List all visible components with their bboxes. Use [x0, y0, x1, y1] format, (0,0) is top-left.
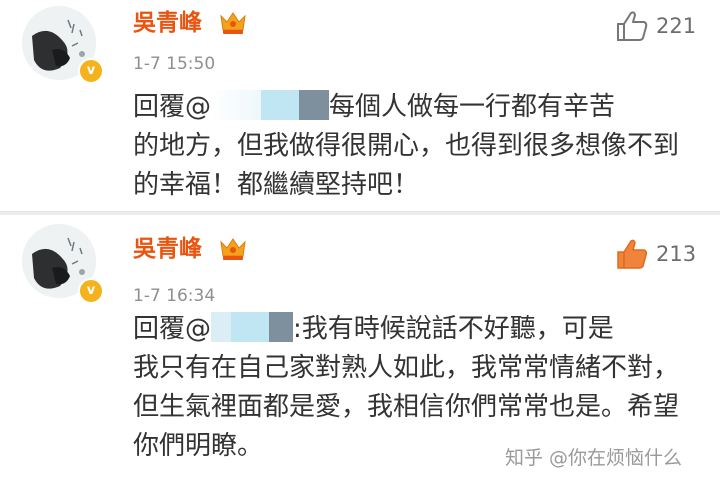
- reply-prefix: 回覆@: [133, 314, 212, 344]
- thumbs-up-icon[interactable]: [614, 8, 650, 44]
- username[interactable]: 吳青峰: [133, 232, 202, 266]
- redacted-block: [299, 90, 330, 120]
- vip-crown-icon[interactable]: [219, 236, 247, 262]
- reply-prefix: 回覆@: [133, 92, 212, 122]
- verified-badge-icon: v: [78, 278, 104, 304]
- username[interactable]: 吳青峰: [133, 6, 202, 40]
- mention-link[interactable]: [211, 90, 330, 122]
- redacted-block: [261, 90, 300, 120]
- verified-badge-icon: v: [78, 58, 104, 84]
- redacted-block: [231, 312, 270, 342]
- like-count: 221: [656, 14, 697, 38]
- redacted-username: [211, 312, 232, 342]
- timestamp: 1-7 16:34: [133, 286, 216, 306]
- timestamp: 1-7 15:50: [133, 54, 216, 74]
- comment-body-line1: :我有時候說話不好聽，可是: [293, 314, 614, 344]
- comment-body: 的地方，但我做得很開心，也得到很多想像不到的幸福！都繼續堅持吧！: [133, 131, 680, 200]
- thumbs-up-icon[interactable]: [614, 236, 650, 272]
- comment-item: v 吳青峰 1-7 15:50 221 回覆@ 每個人做每一行都有辛苦 的地方，但…: [0, 0, 720, 212]
- comment-text: 回覆@:我有時候說話不好聽，可是 我只有在自己家對熟人如此，我常常情緒不對，但生…: [133, 310, 693, 466]
- comment-body-line1: 每個人做每一行都有辛苦: [329, 92, 616, 122]
- redacted-username: [211, 90, 262, 120]
- vip-crown-icon[interactable]: [219, 10, 247, 36]
- comment-text: 回覆@ 每個人做每一行都有辛苦 的地方，但我做得很開心，也得到很多想像不到的幸福！…: [133, 88, 693, 205]
- redacted-block: [269, 312, 294, 342]
- mention-link[interactable]: [211, 312, 294, 344]
- watermark: 知乎 @你在烦恼什么: [505, 447, 683, 469]
- like-count: 213: [656, 242, 697, 266]
